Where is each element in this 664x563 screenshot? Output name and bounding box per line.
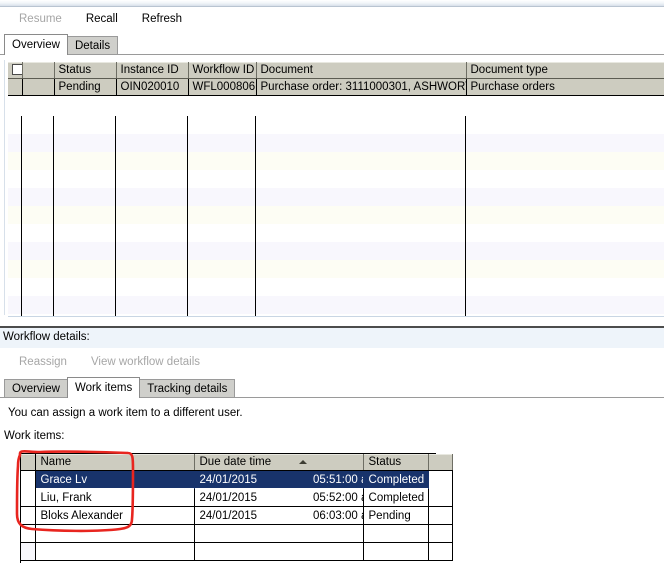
- cell-document: Purchase order: 3111000301, ASHWORTH: [256, 78, 467, 96]
- work-items-grid[interactable]: Name Due date time Status Grace Lv 24/01…: [20, 453, 453, 563]
- cell-document-type: Purchase orders: [466, 78, 664, 96]
- wi-cell-time: 06:03:00 am: [308, 506, 364, 525]
- grid-left-frame: [4, 60, 5, 315]
- work-items-row[interactable]: Liu, Frank 24/01/2015 05:52:00 am Comple…: [21, 488, 453, 507]
- grid-bottom-gutter: [0, 317, 664, 326]
- workflow-details-label: Workflow details:: [3, 331, 90, 343]
- workflow-details-actionbar: Reassign View workflow details: [0, 350, 664, 374]
- tab-overview-top[interactable]: Overview: [4, 34, 68, 55]
- wi-due-date-label: Due date time: [199, 456, 272, 468]
- checkbox-icon[interactable]: [12, 64, 21, 76]
- grid-rule-2: [53, 116, 54, 316]
- workflow-window: Resume Recall Refresh Overview Details S…: [0, 0, 664, 563]
- wi-column-header-due-date-time[interactable]: Due date time: [194, 454, 364, 471]
- reassign-button[interactable]: Reassign: [10, 354, 76, 370]
- workflow-details-header-band: [0, 328, 664, 348]
- resume-button[interactable]: Resume: [10, 11, 71, 27]
- recall-button[interactable]: Recall: [77, 11, 127, 27]
- row-select-cell[interactable]: [8, 78, 23, 96]
- work-items-row[interactable]: Grace Lv 24/01/2015 05:51:00 am Complete…: [21, 470, 453, 489]
- wi-cell-date: 24/01/2015: [194, 470, 308, 489]
- grid-rule-3: [115, 116, 116, 316]
- wi-empty-date-cell: [194, 524, 364, 543]
- table-header-row: Status Instance ID Workflow ID Document …: [8, 62, 664, 79]
- column-header-document[interactable]: Document: [256, 62, 467, 79]
- wi-empty-select-cell: [21, 542, 36, 561]
- tab-overview-bottom[interactable]: Overview: [4, 379, 68, 398]
- work-items-section-label: Work items:: [4, 430, 65, 442]
- triangle-up-icon: [299, 459, 308, 464]
- select-all-header-cell[interactable]: [8, 62, 23, 79]
- column-header-document-type[interactable]: Document type: [466, 62, 664, 79]
- wi-cell-trailing: [428, 488, 453, 507]
- workflow-instances-table: Status Instance ID Workflow ID Document …: [8, 62, 664, 96]
- wi-cell-time: 05:51:00 am: [308, 470, 364, 489]
- table-row[interactable]: Pending OIN020010 WFL000806 Purchase ord…: [8, 78, 664, 96]
- wi-row-select-cell[interactable]: [21, 506, 36, 525]
- wi-cell-date: 24/01/2015: [194, 506, 308, 525]
- grid-rule-1: [21, 116, 22, 316]
- wi-column-header-name[interactable]: Name: [35, 454, 195, 471]
- column-header-workflow-id[interactable]: Workflow ID: [188, 62, 257, 79]
- workflow-details-tabstrip: Overview Work items Tracking details: [0, 374, 664, 398]
- wi-cell-name: Grace Lv: [35, 470, 195, 489]
- refresh-button[interactable]: Refresh: [133, 11, 191, 27]
- wi-empty-trailing-cell: [428, 524, 453, 543]
- cell-instance-id: OIN020010: [116, 78, 189, 96]
- column-header-instance-id[interactable]: Instance ID: [116, 62, 189, 79]
- tab-tracking-details[interactable]: Tracking details: [139, 379, 236, 398]
- column-header-status[interactable]: Status: [54, 62, 117, 79]
- wi-cell-status: Completed: [363, 488, 429, 507]
- wi-empty-status-cell: [363, 524, 429, 543]
- top-tabstrip-selected-notch: [5, 54, 59, 55]
- grid-rule-6: [465, 116, 466, 316]
- view-workflow-details-button[interactable]: View workflow details: [82, 354, 209, 370]
- row-spacer-cell: [22, 78, 55, 96]
- work-items-select-all-header[interactable]: [21, 454, 36, 471]
- toolbar: Resume Recall Refresh: [0, 7, 664, 31]
- tab-work-items[interactable]: Work items: [66, 377, 141, 398]
- wi-column-header-status[interactable]: Status: [363, 454, 429, 471]
- top-tabrow: Overview Details: [0, 33, 119, 55]
- workflow-instances-grid[interactable]: Status Instance ID Workflow ID Document …: [8, 62, 664, 317]
- tab-details-top[interactable]: Details: [66, 36, 119, 55]
- work-items-help-text: You can assign a work item to a differen…: [8, 407, 243, 419]
- wi-empty-name-cell: [35, 524, 195, 543]
- wi-cell-status: Completed: [363, 470, 429, 489]
- bottom-tabrow: Overview Work items Tracking details: [0, 376, 236, 398]
- grid-empty-area: [8, 116, 664, 316]
- top-tabstrip-underline: [0, 54, 664, 55]
- wi-empty-trailing-cell: [428, 542, 453, 561]
- wi-row-select-cell[interactable]: [21, 470, 36, 489]
- grid-rule-4: [187, 116, 188, 316]
- wi-cell-time: 05:52:00 am: [308, 488, 364, 507]
- wi-cell-trailing: [428, 506, 453, 525]
- wi-row-select-cell[interactable]: [21, 488, 36, 507]
- wi-column-header-trailing: [428, 454, 453, 471]
- wi-cell-trailing: [428, 470, 453, 489]
- cell-workflow-id: WFL000806: [188, 78, 257, 96]
- work-items-header-row: Name Due date time Status: [21, 454, 453, 471]
- wi-empty-select-cell: [21, 524, 36, 543]
- wi-cell-name: Bloks Alexander: [35, 506, 195, 525]
- cell-status: Pending: [54, 78, 117, 96]
- work-items-empty-row: [21, 524, 453, 543]
- wi-empty-name-cell: [35, 542, 195, 561]
- wi-cell-date: 24/01/2015: [194, 488, 308, 507]
- spacer-header-cell: [22, 62, 55, 79]
- top-tabstrip: Overview Details: [0, 31, 664, 55]
- work-items-empty-row: [21, 542, 453, 561]
- wi-empty-status-cell: [363, 542, 429, 561]
- wi-empty-date-cell: [194, 542, 364, 561]
- work-items-table: Name Due date time Status Grace Lv 24/01…: [21, 454, 453, 561]
- grid-rule-5: [255, 116, 256, 316]
- wi-cell-name: Liu, Frank: [35, 488, 195, 507]
- work-items-row[interactable]: Bloks Alexander 24/01/2015 06:03:00 am P…: [21, 506, 453, 525]
- wi-cell-status: Pending: [363, 506, 429, 525]
